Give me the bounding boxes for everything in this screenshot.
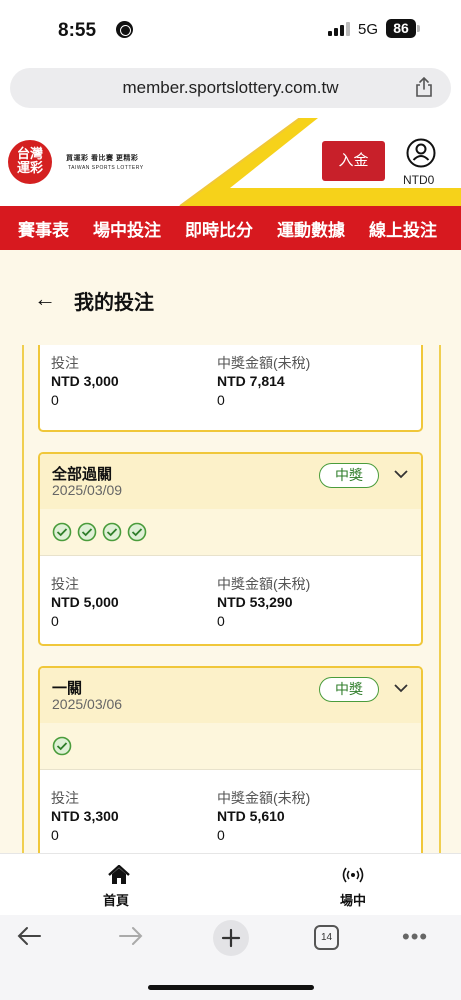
stake-amount: NTD 3,000: [51, 373, 119, 389]
home-indicator: [148, 985, 314, 990]
status-badge: 中獎: [319, 463, 379, 488]
back-arrow-icon[interactable]: [16, 925, 42, 947]
payout-sub: 0: [217, 613, 225, 629]
bet-card[interactable]: 全部過關 2025/03/09 中獎 投注 NTD 5,000 0 中獎金額(未…: [38, 452, 423, 646]
user-account-icon[interactable]: [406, 138, 436, 168]
check-circle-icon: [127, 522, 147, 542]
payout-label: 中獎金額(未稅): [217, 355, 311, 371]
plus-icon: [221, 928, 241, 948]
account-balance: NTD0: [403, 173, 435, 187]
location-icon: [116, 21, 133, 38]
main-nav: 賽事表 場中投注 即時比分 運動數據 線上投注: [0, 206, 461, 250]
bet-date: 2025/03/06: [52, 696, 123, 712]
payout-sub: 0: [217, 827, 225, 843]
check-circle-icon: [52, 522, 72, 542]
site-header: 台灣 運彩 買運彩 看比賽 更精彩 TAIWAN SPORTS LOTTERY …: [0, 118, 461, 206]
nav-item-live-betting[interactable]: 場中投注: [93, 216, 161, 241]
nav-item-live-scores[interactable]: 即時比分: [185, 216, 253, 241]
stake-label: 投注: [51, 576, 79, 592]
share-icon[interactable]: [415, 77, 433, 97]
logo-english: TAIWAN SPORTS LOTTERY: [68, 165, 144, 171]
payout-amount: NTD 7,814: [217, 373, 285, 389]
url-text[interactable]: member.sportslottery.com.tw: [10, 78, 451, 98]
payout-label: 中獎金額(未稅): [217, 790, 311, 806]
bet-legs: [40, 723, 421, 770]
bet-type: 一關: [52, 680, 83, 697]
nav-item-online-betting[interactable]: 線上投注: [369, 216, 437, 241]
new-tab-button[interactable]: [213, 920, 249, 956]
stake-amount: NTD 5,000: [51, 594, 119, 610]
status-time: 8:55: [58, 20, 97, 41]
bottom-tab-bar: 首頁 場中: [0, 853, 461, 915]
payout-amount: NTD 5,610: [217, 808, 285, 824]
check-circle-icon: [102, 522, 122, 542]
payout-label: 中獎金額(未稅): [217, 576, 311, 592]
tab-home[interactable]: 首頁: [103, 890, 129, 909]
nav-item-sports-data[interactable]: 運動數據: [277, 216, 345, 241]
status-bar: 8:55 5G 86: [0, 0, 461, 62]
tabs-button[interactable]: 14: [314, 925, 339, 950]
more-icon[interactable]: •••: [402, 924, 428, 950]
bet-card[interactable]: 一關 2025/03/06 中獎 投注 NTD 3,300 0 中獎金額(未稅)…: [38, 666, 423, 853]
payout-sub: 0: [217, 392, 225, 408]
bet-card-header[interactable]: 全部過關 2025/03/09 中獎: [40, 454, 421, 509]
address-bar[interactable]: member.sportslottery.com.tw: [10, 68, 451, 108]
network-type: 5G: [358, 21, 379, 38]
bet-type: 全部過關: [52, 466, 113, 483]
check-circle-icon: [52, 736, 72, 756]
stake-label: 投注: [51, 355, 79, 371]
bet-amounts: 投注 NTD 3,300 0 中獎金額(未稅) NTD 5,610 0: [40, 770, 421, 850]
battery-icon: 86: [386, 19, 416, 38]
bet-list[interactable]: 投注 NTD 3,000 0 中獎金額(未稅) NTD 7,814 0 全部過關…: [0, 345, 461, 853]
live-broadcast-icon[interactable]: [342, 866, 364, 884]
page-title: 我的投注: [74, 292, 154, 314]
chevron-down-icon[interactable]: [393, 680, 409, 696]
battery-tip: [417, 25, 420, 32]
brand-logo[interactable]: 台灣 運彩: [8, 140, 52, 184]
logo-tagline: 買運彩 看比賽 更精彩: [66, 155, 139, 162]
check-circle-icon: [77, 522, 97, 542]
bet-card-header[interactable]: 一關 2025/03/06 中獎: [40, 668, 421, 723]
stake-sub: 0: [51, 827, 59, 843]
bet-legs: [40, 509, 421, 556]
forward-arrow-icon[interactable]: [118, 925, 144, 947]
bet-date: 2025/03/09: [52, 482, 123, 498]
payout-amount: NTD 53,290: [217, 594, 293, 610]
status-badge: 中獎: [319, 677, 379, 702]
chevron-down-icon[interactable]: [393, 466, 409, 482]
nav-item-schedule[interactable]: 賽事表: [18, 216, 69, 241]
bet-amounts: 投注 NTD 3,000 0 中獎金額(未稅) NTD 7,814 0: [40, 345, 421, 417]
back-button[interactable]: ←: [34, 286, 56, 312]
stake-sub: 0: [51, 392, 59, 408]
page-heading: ← 我的投注: [0, 250, 461, 345]
stake-amount: NTD 3,300: [51, 808, 119, 824]
stake-label: 投注: [51, 790, 79, 806]
home-icon[interactable]: [108, 865, 130, 885]
bet-amounts: 投注 NTD 5,000 0 中獎金額(未稅) NTD 53,290 0: [40, 556, 421, 636]
deposit-button[interactable]: 入金: [322, 141, 385, 181]
stake-sub: 0: [51, 613, 59, 629]
signal-icon: [328, 22, 354, 36]
bet-card[interactable]: 投注 NTD 3,000 0 中獎金額(未稅) NTD 7,814 0: [38, 345, 423, 432]
browser-toolbar: 14 •••: [0, 915, 461, 1000]
tab-live[interactable]: 場中: [340, 890, 366, 909]
logo-text: 台灣 運彩: [16, 146, 43, 175]
